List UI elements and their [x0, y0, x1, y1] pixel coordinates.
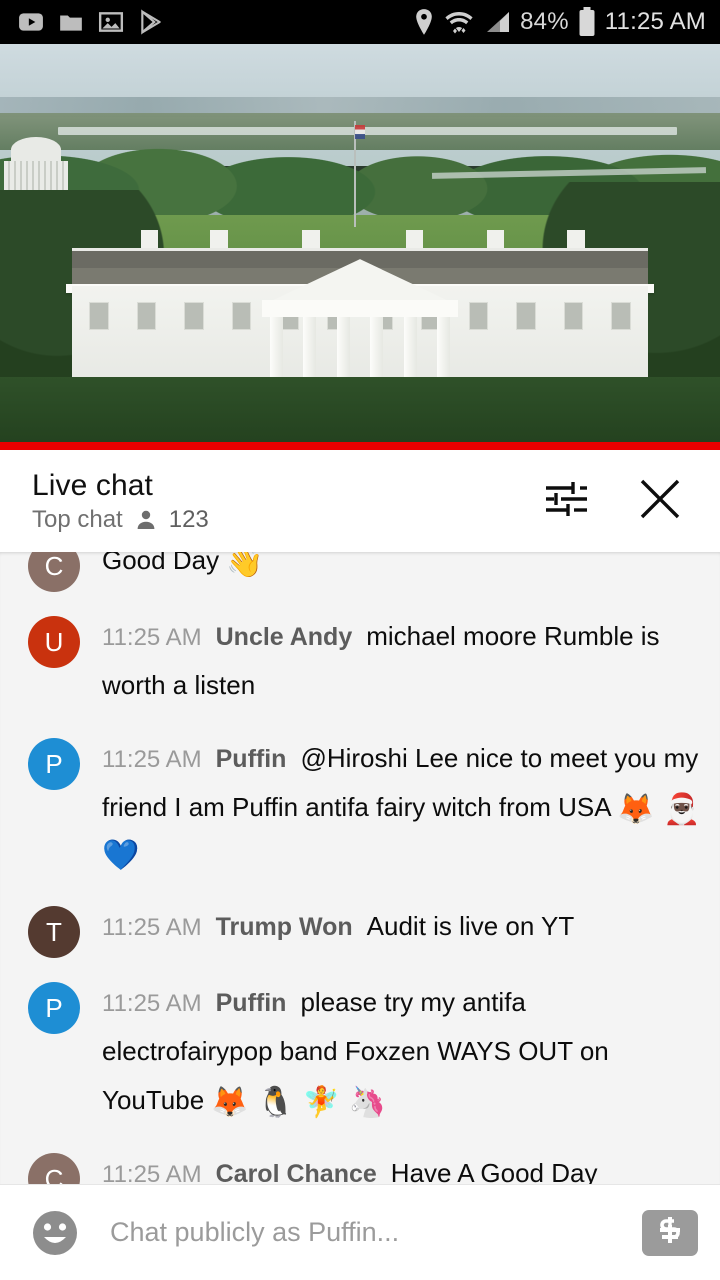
status-bar-notification-icons	[18, 9, 164, 35]
message-timestamp: 11:25 AM	[102, 1161, 202, 1184]
message-timestamp: 11:25 AM	[102, 914, 202, 941]
avatar[interactable]: C	[28, 1153, 80, 1184]
youtube-live-chat-screen: 84% 11:25 AM Live chat Top chat 123 C Go…	[0, 0, 720, 1280]
youtube-icon	[18, 9, 44, 35]
message-timestamp: 11:25 AM	[102, 990, 202, 1017]
chat-message[interactable]: P 11:25 AM Puffin @Hiroshi Lee nice to meet…	[0, 736, 720, 882]
tune-sliders-icon	[543, 478, 589, 525]
chat-message-body: 11:25 AMCarol ChanceHave A Good Day Ever…	[102, 1151, 702, 1184]
status-bar: 84% 11:25 AM	[0, 0, 720, 44]
live-chat-subheader[interactable]: Top chat 123	[32, 506, 209, 534]
message-author[interactable]: Trump Won	[216, 913, 353, 941]
chat-mode-label[interactable]: Top chat	[32, 506, 123, 534]
location-pin-icon	[413, 8, 435, 36]
image-icon	[98, 9, 124, 35]
message-author[interactable]: Puffin	[216, 989, 287, 1017]
close-icon	[637, 476, 683, 527]
chat-message[interactable]: C11:25 AMCarol ChanceHave A Good Day Eve…	[0, 1151, 720, 1184]
status-bar-clock: 11:25 AM	[604, 8, 706, 35]
chat-message-list[interactable]: C Good Day 👋 U 11:25 AM Uncle Andy michael m…	[0, 552, 720, 1184]
avatar[interactable]: U	[28, 616, 80, 668]
message-timestamp: 11:25 AM	[102, 624, 202, 651]
cellular-signal-icon	[483, 9, 511, 35]
video-progress-bar[interactable]	[0, 442, 720, 450]
play-store-icon	[138, 9, 164, 35]
message-emoji: 👋	[226, 552, 264, 579]
status-bar-system-icons: 84% 11:25 AM	[413, 7, 706, 37]
avatar[interactable]: C	[28, 552, 80, 592]
chat-message-input[interactable]	[110, 1217, 632, 1248]
message-author[interactable]: Uncle Andy	[216, 623, 353, 651]
message-emoji: 🧚	[302, 1086, 349, 1119]
avatar[interactable]: T	[28, 906, 80, 958]
live-chat-header: Live chat Top chat 123	[0, 450, 720, 552]
avatar[interactable]: P	[28, 982, 80, 1034]
chat-message[interactable]: C Good Day 👋	[0, 552, 720, 592]
chat-message[interactable]: P 11:25 AM Puffin please try my antifa elec…	[0, 980, 720, 1129]
message-timestamp: 11:25 AM	[102, 746, 202, 773]
live-chat-header-actions	[538, 473, 698, 529]
message-emoji: 🐧	[257, 1086, 303, 1119]
message-author[interactable]: Puffin	[216, 745, 287, 773]
chat-input-bar	[0, 1184, 720, 1280]
message-emoji: 🦄	[348, 1086, 386, 1119]
chat-message[interactable]: T 11:25 AM Trump Won Audit is live on YT	[0, 904, 720, 958]
chat-message-body: Good Day 👋	[102, 552, 702, 589]
video-player[interactable]	[0, 44, 720, 450]
folder-icon	[58, 9, 84, 35]
chat-settings-button[interactable]	[538, 473, 594, 529]
message-emoji: 💙	[102, 839, 140, 872]
message-emoji: 🎅🏿	[663, 793, 701, 826]
battery-icon	[578, 7, 596, 37]
chat-message-body: 11:25 AM Puffin @Hiroshi Lee nice to meet …	[102, 736, 702, 882]
emoji-smiley-icon	[28, 1210, 82, 1264]
dollar-superchat-icon	[654, 1214, 686, 1251]
viewer-count: 123	[168, 505, 209, 533]
battery-percent-label: 84%	[520, 8, 569, 35]
chat-message-body: 11:25 AM Uncle Andy michael moore Rumble i…	[102, 614, 702, 714]
chat-message-body: 11:25 AM Trump Won Audit is live on YT	[102, 904, 702, 955]
person-icon	[134, 508, 158, 532]
message-emoji: 🦊	[617, 793, 664, 826]
super-chat-button[interactable]	[642, 1209, 698, 1256]
live-chat-title: Live chat	[32, 468, 153, 502]
video-frame-whitehouse	[0, 44, 720, 450]
close-chat-button[interactable]	[632, 473, 688, 529]
message-text: Good Day	[102, 552, 227, 575]
emoji-picker-button[interactable]	[28, 1206, 82, 1260]
message-text: Audit is live on YT	[366, 911, 575, 941]
chat-message[interactable]: U 11:25 AM Uncle Andy michael moore Rumble …	[0, 614, 720, 714]
live-chat-header-texts: Live chat Top chat 123	[32, 469, 209, 534]
video-progress-fill	[0, 442, 720, 450]
chat-message-body: 11:25 AM Puffin please try my antifa elect…	[102, 980, 702, 1129]
message-author[interactable]: Carol Chance	[216, 1160, 377, 1184]
avatar[interactable]: P	[28, 738, 80, 790]
wifi-icon	[444, 9, 474, 35]
message-emoji: 🦊	[211, 1086, 258, 1119]
